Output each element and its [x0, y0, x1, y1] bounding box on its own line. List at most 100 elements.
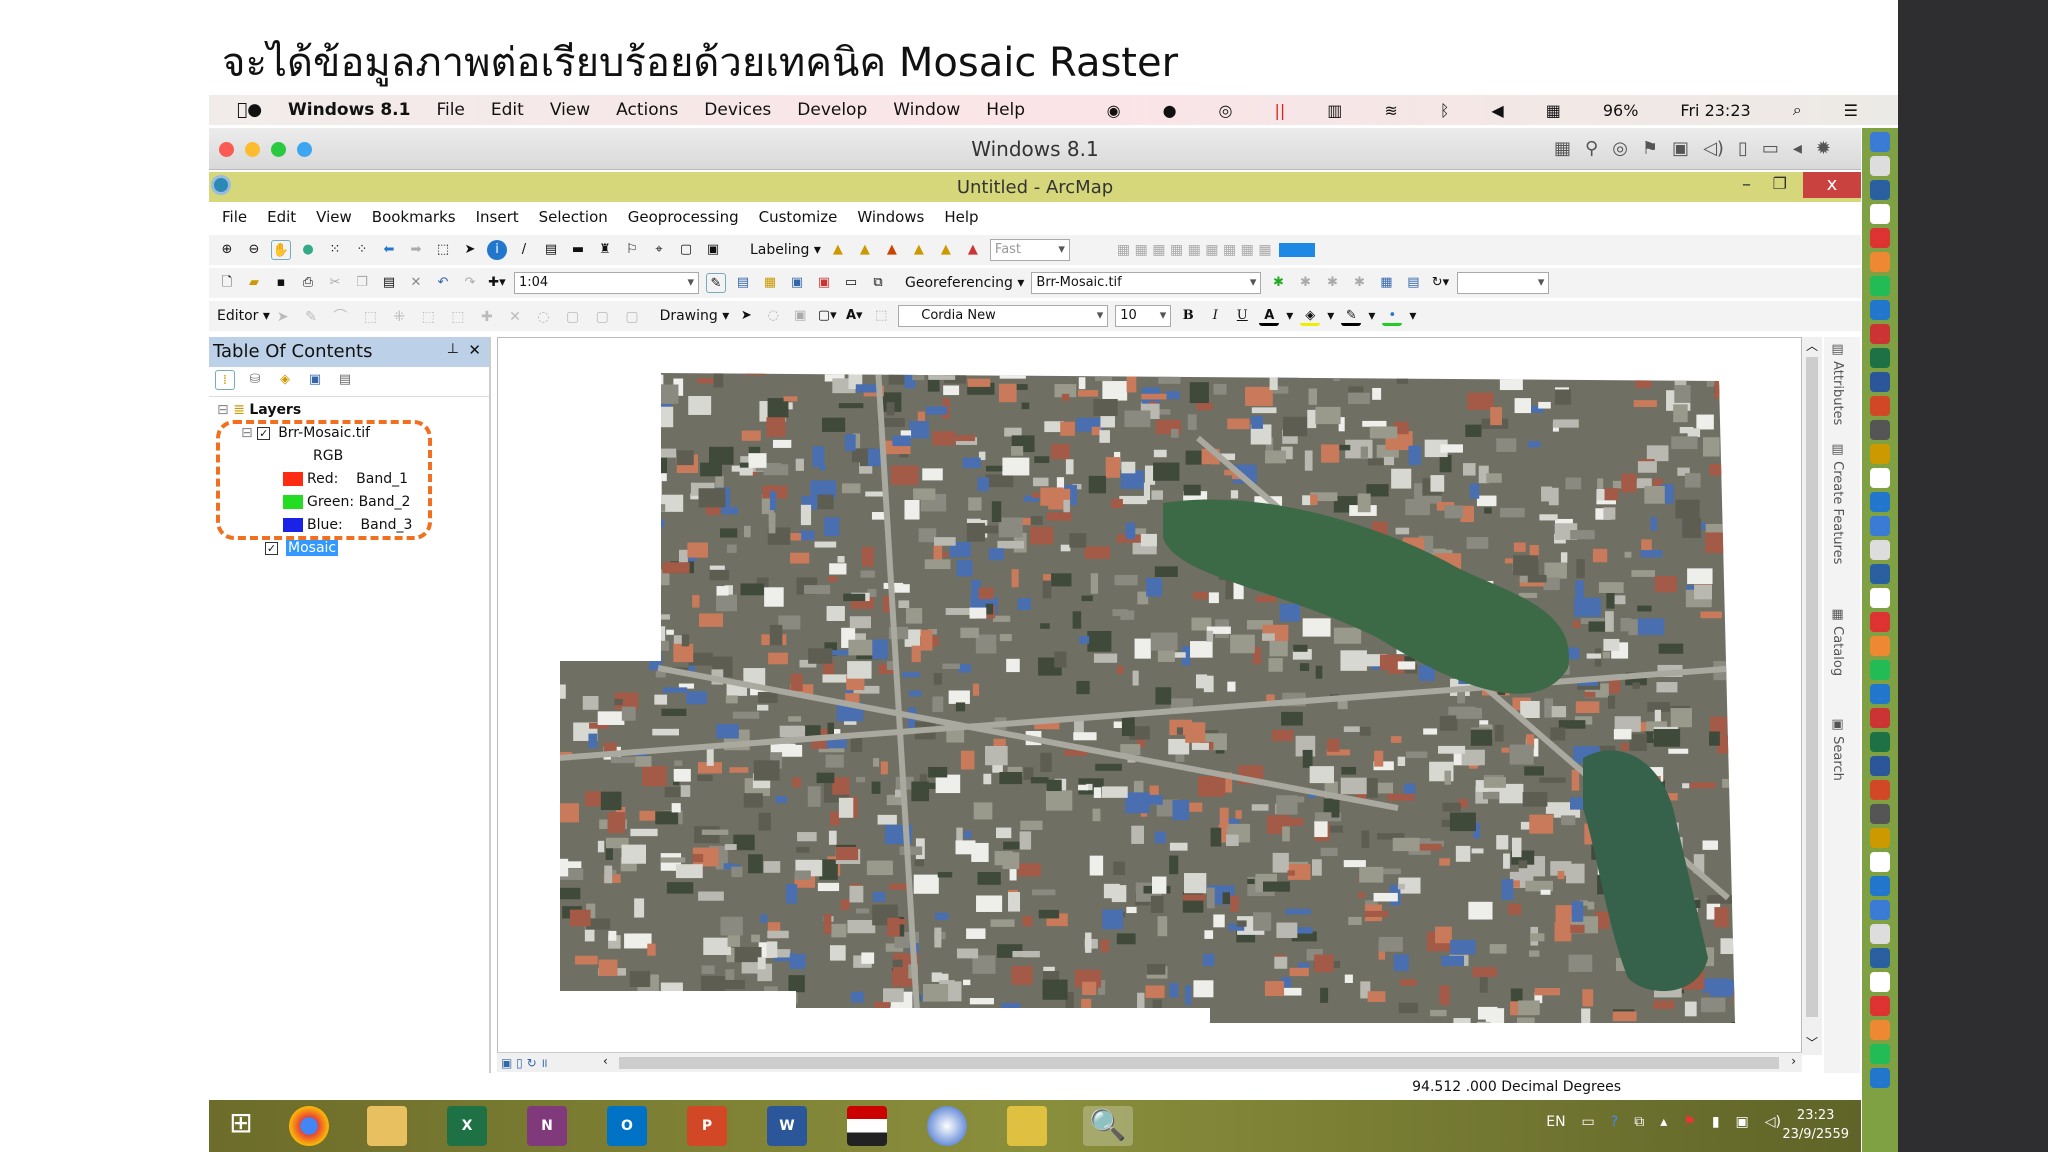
tab-search[interactable]: ▣ Search	[1830, 717, 1845, 781]
restore-button[interactable]: ❐	[1773, 174, 1787, 193]
text-icon[interactable]: A▾	[844, 306, 864, 326]
desktop-shortcut-icon[interactable]	[1870, 660, 1890, 680]
rotation-input[interactable]	[1457, 272, 1550, 294]
options-icon[interactable]: ▤	[335, 370, 355, 390]
desktop-shortcut-icon[interactable]	[1870, 420, 1890, 440]
rotate-icon[interactable]: ✱	[1295, 273, 1315, 293]
rectangle-icon[interactable]: ▢▾	[817, 306, 837, 326]
back-icon[interactable]: ◂	[1793, 138, 1802, 159]
layers-group[interactable]: ⊟ ≣ Layers	[217, 402, 301, 418]
menu-bookmarks[interactable]: Bookmarks	[372, 208, 456, 226]
editor-menu[interactable]: Editor ▾	[217, 308, 270, 324]
delete-icon[interactable]: ✕	[406, 273, 426, 293]
paste-icon[interactable]: ▤	[379, 273, 399, 293]
keyboard-icon[interactable]: ▦	[1554, 138, 1571, 159]
gear-icon[interactable]: ✹	[1816, 138, 1831, 159]
close-button[interactable]: x	[1803, 172, 1861, 198]
html-popup-icon[interactable]: ▤	[541, 240, 561, 260]
search-window-icon[interactable]: ▣	[787, 273, 807, 293]
shift-icon[interactable]: ✱	[1322, 273, 1342, 293]
rotate-element-icon[interactable]: ◌	[763, 306, 783, 326]
select-elements-icon[interactable]: ➤	[736, 306, 756, 326]
desktop-shortcut-icon[interactable]	[1870, 612, 1890, 632]
map-view[interactable]	[497, 337, 1802, 1055]
close-panel-icon[interactable]: ✕	[468, 341, 481, 359]
globe-app-icon[interactable]	[927, 1106, 967, 1146]
add-control-points-icon[interactable]: ✱	[1268, 273, 1288, 293]
line-icon[interactable]: ●	[1163, 101, 1177, 120]
map-scale-select[interactable]: 1:04	[514, 272, 699, 294]
reset-transform-icon[interactable]: ↻▾	[1430, 273, 1450, 293]
identify-icon[interactable]: i	[487, 240, 507, 260]
scroll-thumb[interactable]	[619, 1057, 1779, 1069]
arcmap-taskbar-icon[interactable]: 🔍	[1083, 1106, 1133, 1146]
network-tray-icon[interactable]: ▣	[1736, 1114, 1749, 1130]
pause-labeling-icon[interactable]: ▲	[936, 240, 956, 260]
desktop-shortcut-icon[interactable]	[1870, 900, 1890, 920]
desktop-shortcut-icon[interactable]	[1870, 348, 1890, 368]
menu-file[interactable]: File	[222, 208, 247, 226]
excel-icon[interactable]: X	[447, 1106, 487, 1146]
minimize-button[interactable]: –	[1742, 174, 1751, 195]
desktop-shortcut-icon[interactable]	[1870, 732, 1890, 752]
wifi-icon[interactable]: ≋	[1384, 101, 1397, 120]
arccatalog-icon[interactable]	[1007, 1106, 1047, 1146]
desktop-shortcut-icon[interactable]	[1870, 948, 1890, 968]
desktop-shortcut-icon[interactable]	[1870, 324, 1890, 344]
desktop-shortcut-icon[interactable]	[1870, 300, 1890, 320]
desktop-shortcut-icon[interactable]	[1870, 132, 1890, 152]
desktop-shortcut-icon[interactable]	[1870, 780, 1890, 800]
desktop-shortcut-icon[interactable]	[1870, 156, 1890, 176]
scroll-right-icon[interactable]: ›	[1791, 1054, 1796, 1068]
list-by-selection-icon[interactable]: ▣	[305, 370, 325, 390]
tab-catalog[interactable]: ▦ Catalog	[1830, 607, 1845, 676]
device-icon[interactable]: ▯	[1738, 138, 1748, 159]
desktop-shortcut-icon[interactable]	[1870, 852, 1890, 872]
outlook-icon[interactable]: O	[607, 1106, 647, 1146]
desktop-shortcut-icon[interactable]	[1870, 804, 1890, 824]
desktop-shortcut-icon[interactable]	[1870, 372, 1890, 392]
folder-share-icon[interactable]: ▭	[1762, 138, 1779, 159]
cut-icon[interactable]: ✂	[325, 273, 345, 293]
menu-edit[interactable]: Edit	[267, 208, 296, 226]
table-of-contents-icon[interactable]: ▤	[733, 273, 753, 293]
desktop-shortcut-icon[interactable]	[1870, 1044, 1890, 1064]
mac-app-name[interactable]: Windows 8.1	[288, 100, 410, 120]
georeferencing-menu[interactable]: Georeferencing ▾	[905, 275, 1024, 291]
find-icon[interactable]: ♜	[595, 240, 615, 260]
label-priority-icon[interactable]: ▲	[855, 240, 875, 260]
action-center-icon[interactable]: ⚑	[1683, 1114, 1696, 1130]
tab-attributes[interactable]: ▤ Attributes	[1830, 342, 1845, 425]
layer-visibility-checkbox[interactable]: ✓	[265, 542, 278, 555]
measure-icon[interactable]: ▬	[568, 240, 588, 260]
full-extent-icon[interactable]: ●	[298, 240, 318, 260]
layout-tools-icon[interactable]: ▦ ▦ ▦ ▦ ▦ ▦ ▦ ▦ ▦	[1117, 242, 1272, 258]
desktop-shortcut-icon[interactable]	[1870, 564, 1890, 584]
desktop-shortcut-icon[interactable]	[1870, 204, 1890, 224]
desktop-shortcut-icon[interactable]	[1870, 636, 1890, 656]
menu-view[interactable]: View	[316, 208, 352, 226]
windows-tray-icon[interactable]: ⧉	[1634, 1114, 1644, 1130]
mac-menu-window[interactable]: Window	[893, 100, 960, 120]
mac-menu-help[interactable]: Help	[986, 100, 1025, 120]
list-by-drawing-order-icon[interactable]: ⁞	[215, 370, 235, 390]
drawing-menu[interactable]: Drawing ▾	[660, 308, 730, 324]
mac-menu-develop[interactable]: Develop	[797, 100, 867, 120]
label-quality-select[interactable]: Fast	[989, 239, 1070, 261]
volume-icon[interactable]: ◀	[1491, 101, 1503, 120]
horizontal-scrollbar[interactable]: ▣ ▯ ↻ ॥ ‹ ›	[497, 1052, 1802, 1072]
menu-geoprocessing[interactable]: Geoprocessing	[628, 208, 739, 226]
apple-icon[interactable]: ●	[237, 100, 262, 120]
font-size-select[interactable]: 10	[1115, 305, 1172, 327]
print-icon[interactable]: ⎙	[298, 273, 318, 293]
bold-button[interactable]: B	[1178, 306, 1198, 326]
lock-labels-icon[interactable]: ▲	[909, 240, 929, 260]
desktop-shortcut-icon[interactable]	[1870, 492, 1890, 512]
file-explorer-icon[interactable]	[367, 1106, 407, 1146]
network-icon[interactable]: ⚑	[1642, 138, 1658, 159]
marker-color-icon[interactable]: •	[1382, 306, 1403, 326]
zoom-in-icon[interactable]: ⊕	[217, 240, 237, 260]
back-extent-icon[interactable]: ⬅	[379, 240, 399, 260]
color-swatch[interactable]	[1278, 243, 1315, 257]
bluetooth-icon[interactable]: ᛒ	[1440, 101, 1450, 120]
